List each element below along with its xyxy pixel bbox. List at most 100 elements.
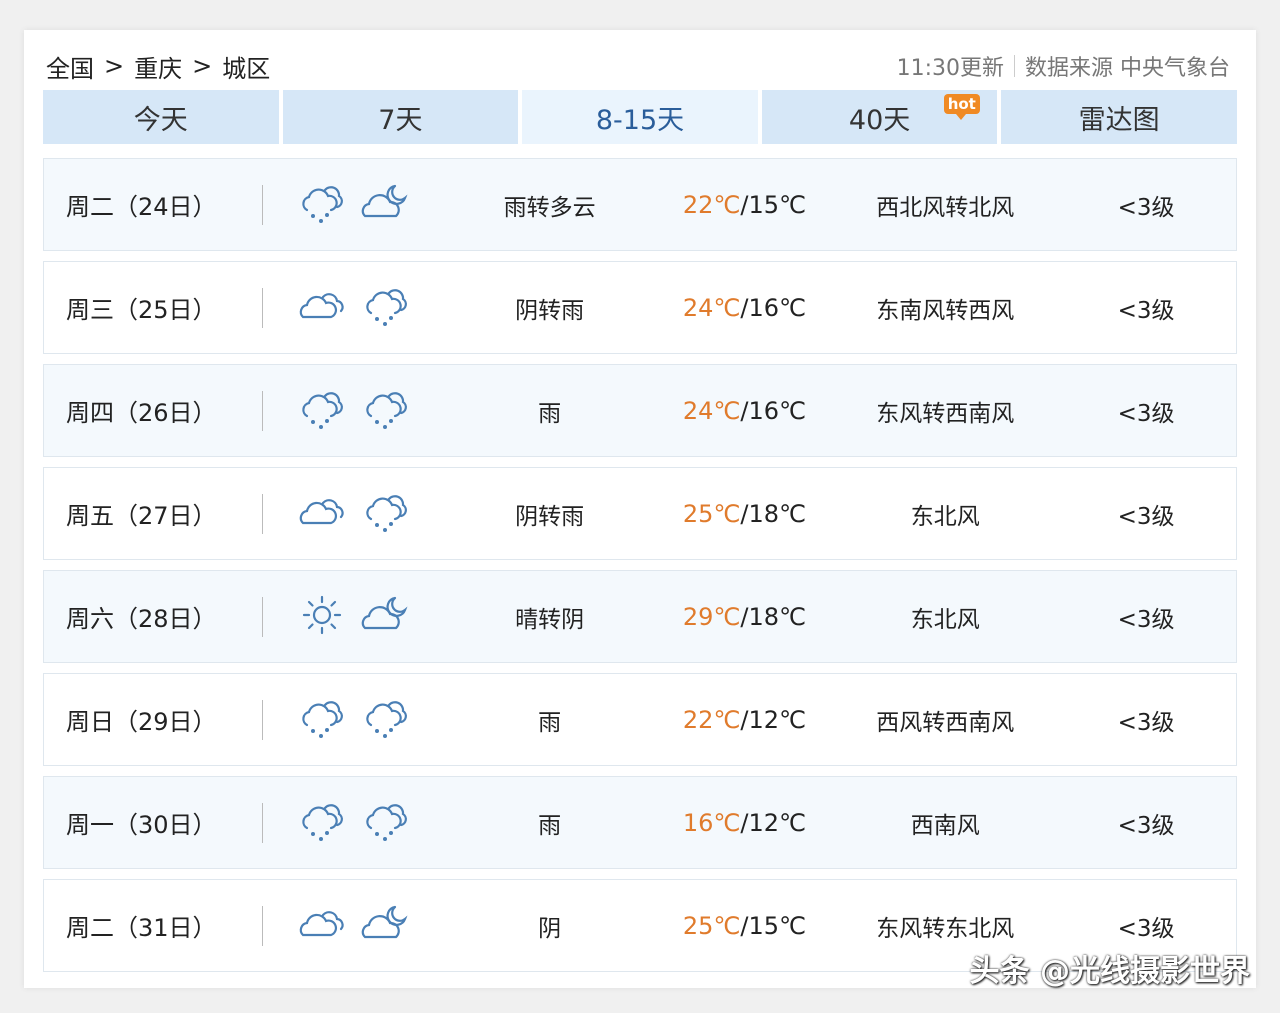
- weather-icons: [263, 592, 445, 642]
- temp-high: 25℃: [682, 499, 741, 528]
- wind-direction: 东北风: [910, 606, 980, 633]
- wind-direction: 东南风转西风: [876, 297, 1015, 324]
- forecast-tabs: 今天 7天 8-15天 40天 hot 雷达图: [43, 90, 1237, 144]
- temperature-range: 22℃/12℃: [655, 706, 835, 734]
- cloudy-night-icon: [361, 592, 411, 642]
- rain-cloud-icon: [297, 386, 347, 436]
- forecast-date: 周二（31日）: [66, 914, 217, 942]
- temperature-range: 25℃/18℃: [655, 500, 835, 528]
- weather-description: 阴: [538, 915, 562, 942]
- wind-level: <3级: [1117, 297, 1175, 324]
- wind-level: <3级: [1117, 915, 1175, 942]
- forecast-row: 周一（30日） 雨 16℃/12℃ 西南风 <3级: [43, 776, 1237, 869]
- tab-label: 雷达图: [1078, 104, 1160, 136]
- cloudy-night-icon: [361, 901, 411, 951]
- rain-cloud-icon: [361, 798, 411, 848]
- forecast-row: 周日（29日） 雨 22℃/12℃ 西风转西南风 <3级: [43, 673, 1237, 766]
- forecast-date: 周五（27日）: [66, 502, 217, 530]
- overcast-icon: [297, 489, 347, 539]
- tab-7-days[interactable]: 7天: [282, 90, 519, 144]
- top-bar: 全国 > 重庆 > 城区 11:30更新 数据来源 中央气象台: [46, 48, 1230, 84]
- temp-high: 22℃: [682, 705, 741, 734]
- overcast-icon: [297, 283, 347, 333]
- rain-cloud-icon: [361, 283, 411, 333]
- weather-icons: [263, 386, 445, 436]
- rain-cloud-icon: [297, 798, 347, 848]
- wind-level: <3级: [1117, 709, 1175, 736]
- wind-direction: 东风转东北风: [876, 915, 1015, 942]
- wind-level: <3级: [1117, 812, 1175, 839]
- wind-direction: 西南风: [910, 812, 980, 839]
- update-time: 11:30更新: [896, 56, 1004, 81]
- forecast-date: 周六（28日）: [66, 605, 217, 633]
- breadcrumb-item-country[interactable]: 全国: [46, 49, 94, 84]
- tab-40-days[interactable]: 40天 hot: [761, 90, 998, 144]
- weather-description: 阴转雨: [515, 297, 585, 324]
- weather-description: 雨转多云: [503, 194, 596, 221]
- temp-low: 15℃: [748, 911, 806, 940]
- forecast-list: 周二（24日） 雨转多云 22℃/15℃ 西北风转北风 <3级 周三（25日） 阴转雨 24℃…: [43, 158, 1237, 982]
- temp-low: 12℃: [748, 808, 806, 837]
- weather-description: 雨: [538, 709, 562, 736]
- breadcrumb-separator: >: [192, 52, 213, 80]
- breadcrumb-item-city[interactable]: 重庆: [134, 49, 182, 84]
- tab-8-15-days[interactable]: 8-15天: [522, 90, 758, 144]
- temperature-range: 25℃/15℃: [655, 912, 835, 940]
- cloudy-night-icon: [361, 180, 411, 230]
- temp-low: 12℃: [748, 705, 806, 734]
- temp-low: 16℃: [748, 293, 806, 322]
- temp-low: 18℃: [748, 602, 806, 631]
- wind-level: <3级: [1117, 503, 1175, 530]
- temp-low: 18℃: [748, 499, 806, 528]
- weather-description: 阴转雨: [515, 503, 585, 530]
- forecast-date: 周日（29日）: [66, 708, 217, 736]
- rain-cloud-icon: [297, 695, 347, 745]
- sun-icon: [297, 592, 347, 642]
- temp-high: 24℃: [682, 396, 741, 425]
- forecast-date: 周一（30日）: [66, 811, 217, 839]
- temp-low: 15℃: [748, 190, 806, 219]
- temperature-range: 24℃/16℃: [655, 397, 835, 425]
- weather-icons: [263, 695, 445, 745]
- temp-high: 22℃: [682, 190, 741, 219]
- wind-level: <3级: [1117, 400, 1175, 427]
- weather-description: 雨: [538, 400, 562, 427]
- tab-label: 8-15天: [595, 104, 685, 136]
- weather-icons: [263, 901, 445, 951]
- temperature-range: 22℃/15℃: [655, 191, 835, 219]
- watermark: 头条 @光线摄影世界: [969, 954, 1250, 989]
- tab-label: 7天: [378, 104, 423, 136]
- weather-icons: [263, 180, 445, 230]
- temperature-range: 16℃/12℃: [655, 809, 835, 837]
- wind-level: <3级: [1117, 194, 1175, 221]
- source-divider: [1014, 55, 1015, 77]
- tab-radar[interactable]: 雷达图: [1001, 90, 1237, 144]
- tab-today[interactable]: 今天: [43, 90, 279, 144]
- rain-cloud-icon: [361, 489, 411, 539]
- wind-direction: 东风转西南风: [876, 400, 1015, 427]
- forecast-row: 周四（26日） 雨 24℃/16℃ 东风转西南风 <3级: [43, 364, 1237, 457]
- weather-icons: [263, 283, 445, 333]
- forecast-row: 周五（27日） 阴转雨 25℃/18℃ 东北风 <3级: [43, 467, 1237, 560]
- breadcrumb-item-district[interactable]: 城区: [222, 49, 270, 84]
- forecast-row: 周三（25日） 阴转雨 24℃/16℃ 东南风转西风 <3级: [43, 261, 1237, 354]
- rain-cloud-icon: [361, 695, 411, 745]
- temp-high: 16℃: [682, 808, 741, 837]
- tab-label: 40天: [848, 104, 911, 136]
- forecast-date: 周二（24日）: [66, 193, 217, 221]
- temperature-range: 24℃/16℃: [655, 294, 835, 322]
- hot-badge: hot: [943, 94, 980, 120]
- breadcrumb-separator: >: [104, 52, 125, 80]
- breadcrumb: 全国 > 重庆 > 城区: [46, 49, 270, 84]
- wind-level: <3级: [1117, 606, 1175, 633]
- forecast-date: 周三（25日）: [66, 296, 217, 324]
- weather-description: 雨: [538, 812, 562, 839]
- rain-cloud-icon: [361, 386, 411, 436]
- forecast-row: 周六（28日） 晴转阴 29℃/18℃ 东北风 <3级: [43, 570, 1237, 663]
- data-source: 11:30更新 数据来源 中央气象台: [897, 50, 1230, 82]
- weather-description: 晴转阴: [515, 606, 585, 633]
- wind-direction: 西风转西南风: [876, 709, 1015, 736]
- rain-cloud-icon: [297, 180, 347, 230]
- forecast-date: 周四（26日）: [66, 399, 217, 427]
- weather-icons: [263, 489, 445, 539]
